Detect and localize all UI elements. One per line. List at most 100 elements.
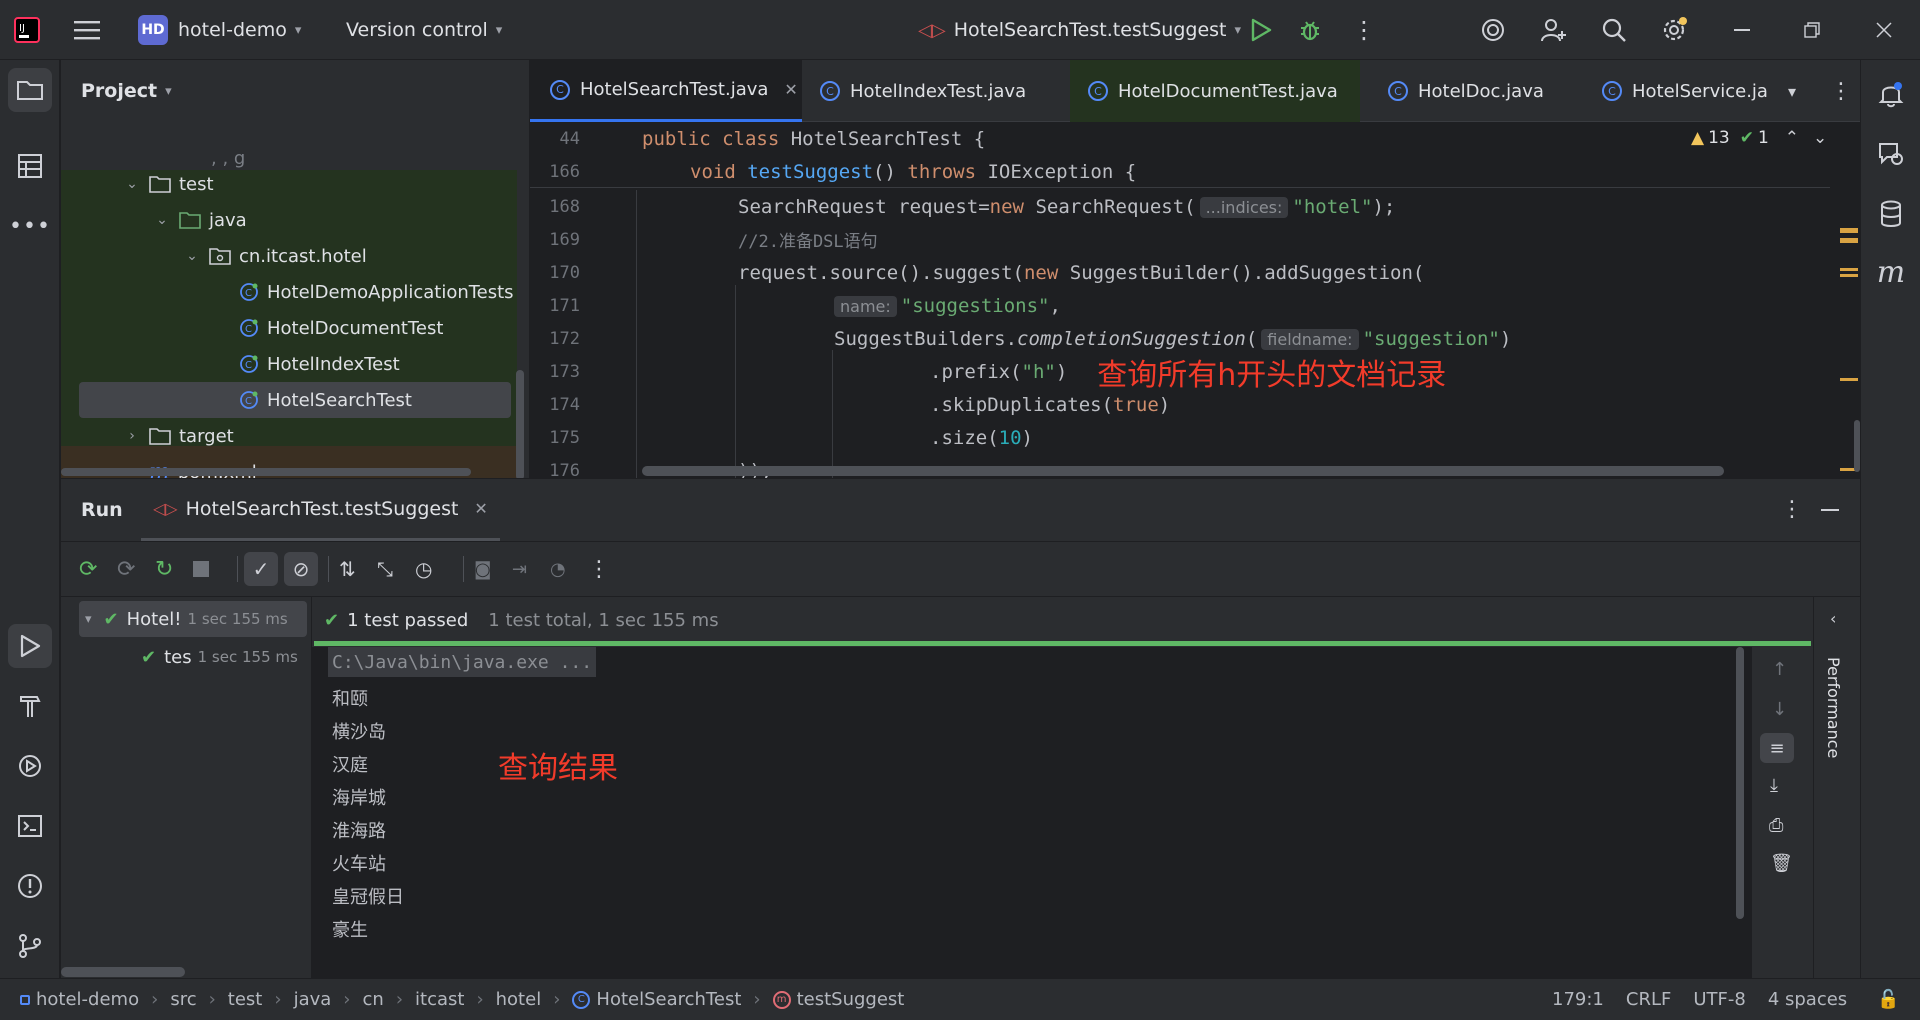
test-tree-row[interactable]: ▾ ✔ Hotel! 1 sec 155 ms (79, 601, 307, 637)
project-tree-item[interactable]: C HotelDemoApplicationTests (61, 274, 529, 310)
breadcrumb-item[interactable]: m testSuggest (772, 989, 904, 1010)
project-tree-item[interactable]: ⌄ cn.itcast.hotel (61, 238, 529, 274)
structure-tool-button[interactable] (8, 144, 52, 188)
breadcrumb-item[interactable]: cn (363, 989, 384, 1010)
breadcrumb-item[interactable]: src (170, 989, 196, 1010)
error-stripe[interactable] (1838, 168, 1860, 472)
close-tab-icon[interactable]: ✕ (784, 80, 797, 99)
next-highlight-icon[interactable]: ⌄ (1813, 128, 1827, 148)
sticky-line-class[interactable]: public class HotelSearchTest { (642, 128, 985, 150)
main-menu-icon[interactable] (74, 0, 100, 60)
app-logo-icon[interactable]: IJ (14, 0, 40, 60)
search-icon[interactable] (1601, 0, 1627, 60)
project-tree-item[interactable]: › target (61, 418, 529, 454)
rerun-automatically-icon[interactable]: ↻ (155, 557, 193, 582)
line-separator[interactable]: CRLF (1626, 989, 1671, 1010)
ai-assistant-icon[interactable] (1480, 0, 1506, 60)
restore-window-icon[interactable] (1804, 0, 1820, 60)
sort-icon[interactable]: ⇅ (339, 557, 377, 581)
tree-scrollbar[interactable] (516, 370, 524, 478)
project-tool-button[interactable] (8, 68, 52, 112)
chevron-down-icon[interactable]: ⌄ (151, 212, 173, 228)
breadcrumb-item[interactable]: java (294, 989, 332, 1010)
clear-trash-icon[interactable]: 🗑 (1770, 853, 1793, 874)
inspection-widget[interactable]: ▲ 13 ✔ 1 ⌃ ⌄ (1691, 128, 1827, 148)
editor-horizontal-scrollbar[interactable] (642, 466, 1724, 476)
breadcrumb-item[interactable]: itcast (415, 989, 464, 1010)
close-window-icon[interactable] (1876, 0, 1892, 60)
database-icon[interactable] (1869, 192, 1913, 236)
camera-icon[interactable]: ◙ (474, 559, 512, 580)
stop-icon[interactable] (193, 561, 231, 577)
unlock-icon[interactable]: 🔓 (1877, 989, 1899, 1010)
tab-hotel-service[interactable]: C HotelService.ja (1602, 60, 1788, 122)
chevron-down-icon[interactable]: ⌄ (181, 248, 203, 264)
problems-tool-button[interactable] (8, 864, 52, 908)
project-tree-item[interactable]: ⌄ java (61, 202, 529, 238)
close-tab-icon[interactable]: ✕ (474, 499, 487, 518)
git-tool-button[interactable] (8, 924, 52, 968)
tab-hotel-doc[interactable]: C HotelDoc.java (1388, 60, 1544, 122)
sticky-line-method[interactable]: void testSuggest() throws IOException { (690, 161, 1136, 183)
debug-button[interactable] (1298, 0, 1322, 60)
project-tree-item[interactable]: C HotelDocumentTest (61, 310, 529, 346)
run-tab[interactable]: ◁▷ HotelSearchTest.testSuggest ✕ (141, 479, 500, 541)
tree-horizontal-scrollbar[interactable] (61, 468, 471, 476)
tab-hotel-document-test[interactable]: C HotelDocumentTest.java (1070, 60, 1360, 122)
version-control-menu[interactable]: Version control ▾ (346, 0, 502, 60)
performance-tab[interactable]: Performance (1824, 657, 1843, 758)
breadcrumb-item[interactable]: hotel (496, 989, 542, 1010)
services-tool-button[interactable] (8, 744, 52, 788)
project-tree-item[interactable]: C HotelSearchTest (79, 382, 511, 418)
code-body[interactable]: 168 SearchRequest request=new SearchRequ… (530, 190, 1830, 478)
add-user-icon[interactable] (1540, 0, 1568, 60)
run-button[interactable] (1250, 0, 1272, 60)
test-tree-row[interactable]: ✔ tes 1 sec 155 ms (141, 639, 311, 675)
build-tool-button[interactable] (8, 684, 52, 728)
test-tree-scrollbar[interactable] (61, 967, 185, 977)
chevron-right-icon[interactable]: › (121, 428, 143, 444)
show-passed-toggle[interactable]: ✓ (244, 552, 278, 586)
chevron-down-icon[interactable]: ⌄ (121, 176, 143, 192)
console-command-line[interactable]: C:\Java\bin\java.exe ... (328, 647, 597, 677)
run-panel-more-icon[interactable]: ⋮ (1781, 497, 1803, 522)
tab-hotel-index-test[interactable]: C HotelIndexTest.java (820, 60, 1026, 122)
show-ignored-toggle[interactable]: ⊘ (284, 552, 318, 586)
tab-list-chevron-icon[interactable]: ▾ (1788, 60, 1796, 122)
project-panel-header[interactable]: Project ▾ (81, 60, 172, 122)
project-tree-item[interactable]: C HotelIndexTest (61, 346, 529, 382)
breadcrumb-item[interactable]: test (228, 989, 263, 1010)
ai-chat-icon[interactable] (1869, 132, 1913, 176)
minimize-window-icon[interactable] (1734, 0, 1750, 60)
import-icon[interactable]: ⇥ (512, 559, 550, 580)
caret-position[interactable]: 179:1 (1552, 989, 1604, 1010)
run-config-selector[interactable]: ◁▷ HotelSearchTest.testSuggest ▾ (918, 0, 1241, 60)
hide-panel-icon[interactable] (1821, 509, 1839, 511)
console-output[interactable]: C:\Java\bin\java.exe ... 和颐 横沙岛 汉庭 海岸城 淮海路 火车… (312, 647, 1752, 978)
terminal-tool-button[interactable] (8, 804, 52, 848)
tab-hotel-search-test[interactable]: C HotelSearchTest.java ✕ (530, 60, 802, 122)
breadcrumb-item[interactable]: C HotelSearchTest (572, 989, 741, 1010)
indent-setting[interactable]: 4 spaces (1768, 989, 1847, 1010)
rerun-failed-icon[interactable]: ⟳ (117, 557, 155, 582)
print-icon[interactable]: ⎙ (1769, 815, 1783, 836)
rerun-icon[interactable]: ⟳ (79, 557, 117, 582)
run-tool-button[interactable] (8, 624, 52, 668)
scroll-to-end-icon[interactable]: ⤓ (1770, 775, 1778, 796)
toolbar-more-icon[interactable]: ⋮ (588, 557, 618, 582)
tab-more-icon[interactable]: ⋮ (1830, 60, 1852, 122)
console-scrollbar[interactable] (1736, 647, 1744, 919)
settings-gear-icon[interactable] (1660, 0, 1688, 60)
maven-icon[interactable]: m (1869, 250, 1913, 294)
arrow-up-icon[interactable]: ↑ (1772, 659, 1787, 680)
more-actions-icon[interactable]: ⋮ (1352, 0, 1376, 60)
collapse-icon[interactable]: ⤡ (377, 557, 415, 581)
coverage-icon[interactable]: ◔ (550, 559, 588, 580)
breadcrumb-item[interactable]: hotel-demo (20, 989, 139, 1010)
arrow-down-icon[interactable]: ↓ (1772, 699, 1787, 720)
file-encoding[interactable]: UTF-8 (1693, 989, 1745, 1010)
project-selector[interactable]: HD hotel-demo ▾ (138, 0, 301, 60)
history-icon[interactable]: ◷ (415, 557, 453, 581)
prev-highlight-icon[interactable]: ⌃ (1785, 128, 1799, 148)
more-tools-icon[interactable]: ••• (8, 204, 52, 248)
